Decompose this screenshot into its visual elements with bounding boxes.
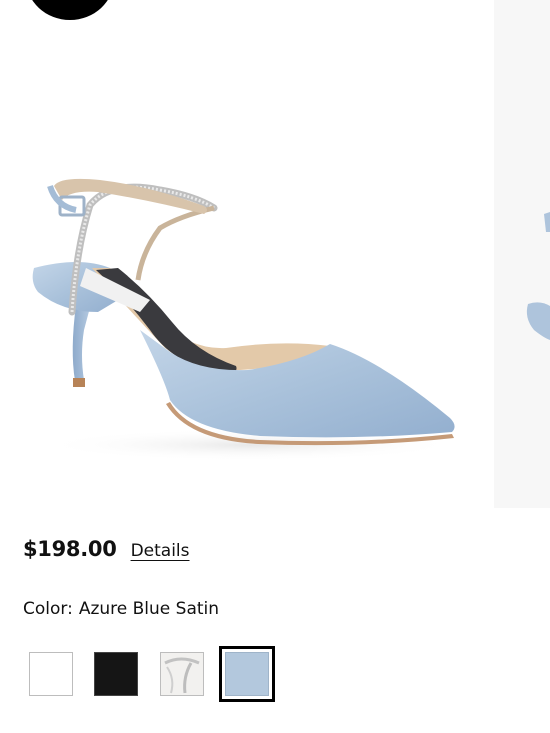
swatch-chip bbox=[225, 652, 269, 696]
price: $198.00 bbox=[23, 537, 117, 561]
swatch-chip bbox=[94, 652, 138, 696]
shoe-image-next bbox=[526, 212, 550, 340]
product-image-gallery[interactable] bbox=[0, 0, 550, 508]
swatch-chip bbox=[29, 652, 73, 696]
details-link[interactable]: Details bbox=[131, 541, 190, 561]
swatch-azure-blue-satin[interactable] bbox=[219, 646, 275, 702]
color-selection-label: Color: Azure Blue Satin bbox=[23, 599, 219, 619]
product-image-next[interactable] bbox=[494, 0, 550, 508]
color-value: Azure Blue Satin bbox=[78, 599, 220, 619]
swatch-chip bbox=[160, 652, 204, 696]
color-label: Color: bbox=[23, 599, 73, 619]
product-image-main[interactable] bbox=[0, 0, 484, 508]
crystal-strap-icon bbox=[164, 657, 200, 694]
swatch-silver-crystal[interactable] bbox=[154, 646, 210, 702]
price-row: $198.00 Details bbox=[23, 537, 190, 569]
shoe-image bbox=[32, 178, 460, 461]
swatch-white[interactable] bbox=[23, 646, 79, 702]
swatch-black[interactable] bbox=[88, 646, 144, 702]
